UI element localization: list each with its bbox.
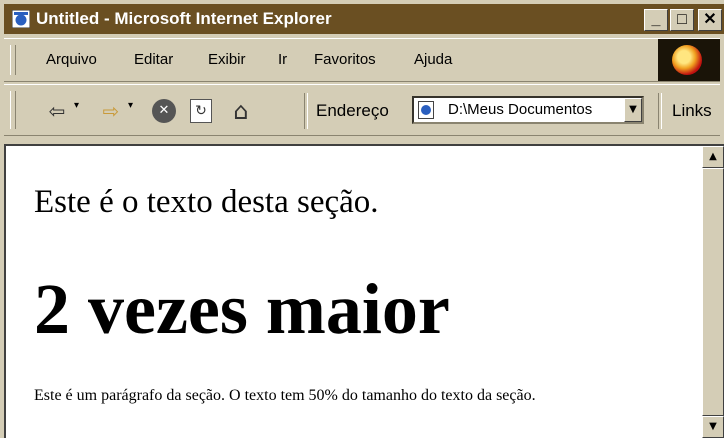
section-paragraph: Este é um parágrafo da seção. O texto te…: [34, 387, 536, 404]
address-label: Endereço: [316, 101, 389, 120]
menu-exibir[interactable]: Exibir: [208, 51, 246, 68]
scroll-thumb[interactable]: [702, 168, 724, 416]
browser-window: Untitled - Microsoft Internet Explorer _…: [0, 0, 724, 438]
scroll-down-button[interactable]: ▼: [702, 416, 724, 438]
menu-favoritos[interactable]: Favoritos: [314, 51, 376, 68]
home-icon[interactable]: ⌂: [228, 99, 254, 123]
title-bar[interactable]: Untitled - Microsoft Internet Explorer _…: [4, 4, 724, 34]
refresh-icon[interactable]: ↻: [190, 99, 212, 123]
toolbar-separator: [304, 93, 308, 129]
maximize-button[interactable]: □: [670, 9, 694, 31]
toolbar-grip[interactable]: [10, 91, 16, 129]
ie-throbber-logo: [658, 39, 720, 81]
window-title: Untitled - Microsoft Internet Explorer: [36, 9, 332, 28]
page-content: Este é o texto desta seção. 2 vezes maio…: [6, 146, 702, 438]
vertical-scrollbar[interactable]: ▲ ▼: [702, 146, 724, 438]
links-button[interactable]: Links: [672, 101, 712, 121]
address-bar[interactable]: D:\Meus Documentos ▼: [412, 96, 644, 124]
section-text: Este é o texto desta seção.: [34, 184, 379, 220]
close-button[interactable]: ✕: [698, 9, 722, 31]
toolbar-separator: [658, 93, 662, 129]
toolbar: ⇦ ▾ ⇨ ▾ ✕ ↻ ⌂ Endereço D:\Meus Documento…: [4, 84, 720, 136]
ie-logo-icon: [672, 45, 702, 75]
menu-ir[interactable]: Ir: [278, 51, 287, 68]
address-value[interactable]: D:\Meus Documentos: [448, 101, 626, 118]
back-arrow-icon[interactable]: ⇦: [44, 99, 70, 123]
stop-icon[interactable]: ✕: [152, 99, 176, 123]
address-dropdown-button[interactable]: ▼: [624, 98, 642, 122]
forward-dropdown-icon[interactable]: ▾: [128, 100, 133, 111]
menu-ajuda[interactable]: Ajuda: [414, 51, 452, 68]
forward-arrow-icon[interactable]: ⇨: [98, 99, 124, 123]
menu-bar: Arquivo Editar Exibir Ir Favoritos Ajuda: [4, 38, 720, 82]
minimize-button[interactable]: _: [644, 9, 668, 31]
page-icon: [418, 101, 434, 119]
scroll-up-button[interactable]: ▲: [702, 146, 724, 168]
menu-arquivo[interactable]: Arquivo: [46, 51, 97, 68]
big-heading: 2 vezes maior: [34, 269, 450, 349]
menu-editar[interactable]: Editar: [134, 51, 173, 68]
ie-app-icon[interactable]: [12, 10, 30, 28]
back-dropdown-icon[interactable]: ▾: [74, 100, 79, 111]
menu-grip[interactable]: [10, 45, 16, 75]
content-frame: Este é o texto desta seção. 2 vezes maio…: [4, 144, 724, 438]
